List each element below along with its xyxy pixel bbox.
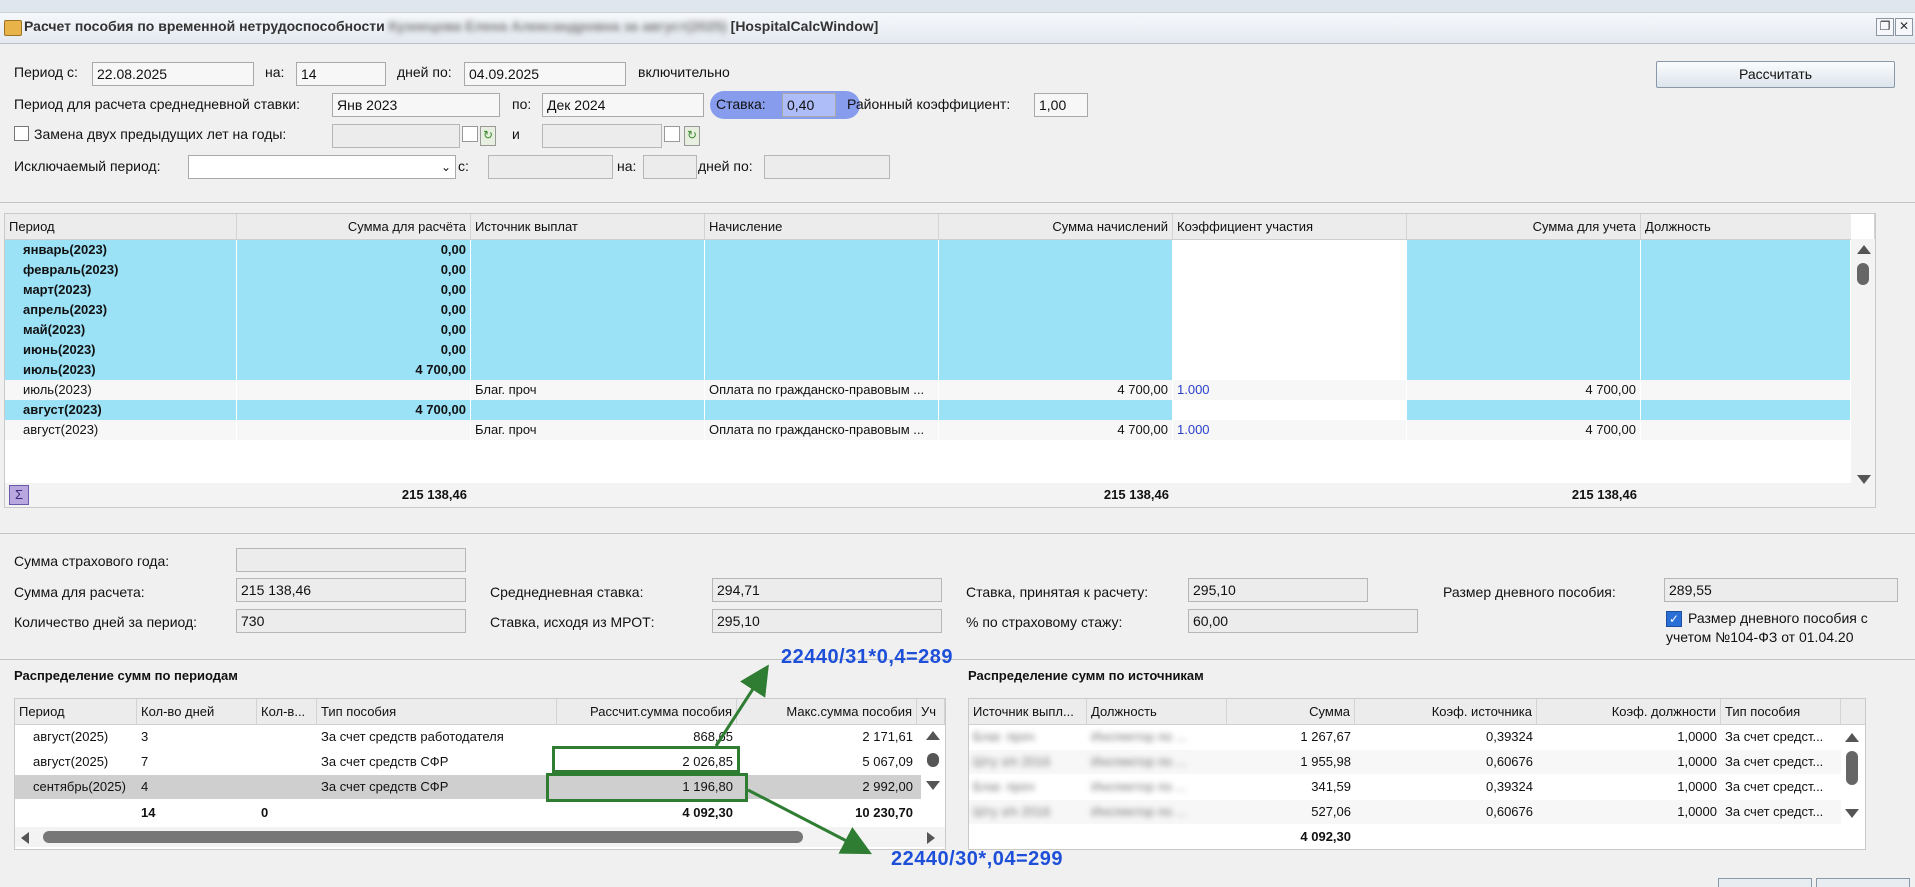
arrow-down-icon (747, 788, 872, 855)
annotation-arrows (714, 664, 872, 855)
annotation-bottom: 22440/30*,04=299 (891, 848, 1064, 870)
arrow-up-icon (714, 664, 769, 747)
annotation-top: 22440/31*0,4=289 (781, 646, 954, 668)
